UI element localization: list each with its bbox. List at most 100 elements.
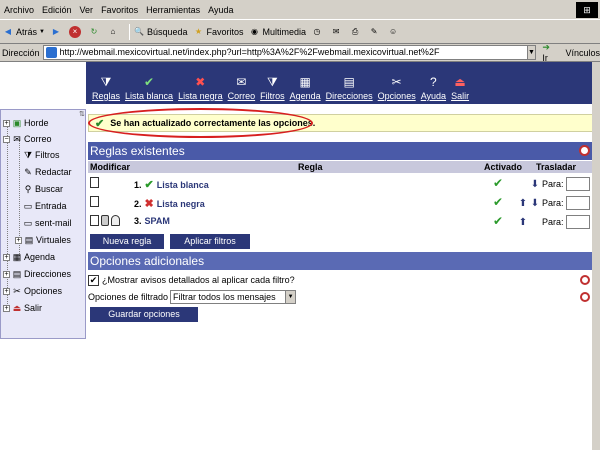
copy-icon[interactable] [111,215,120,226]
nav-direcciones[interactable]: ▤ Direcciones [326,75,373,101]
filter-options-select[interactable]: Filtrar todos los mensajes ▼ [170,290,297,304]
mail-icon: ✉ [13,134,21,144]
active-check-icon[interactable]: ✔ [493,176,503,190]
active-check-icon[interactable]: ✔ [493,195,503,209]
menu-edicion[interactable]: Edición [42,5,72,15]
sidebar-item-redactar[interactable]: ✎ Redactar [23,167,71,177]
history-button[interactable]: ◷ [311,26,325,38]
expand-icon[interactable]: + [3,253,10,261]
mail-button[interactable]: ✉ [330,26,344,38]
move-controls: ⬆ Para: [518,215,590,229]
address-dropdown-button[interactable]: ▼ [526,45,537,60]
expand-icon[interactable]: + [15,236,22,244]
print-button[interactable]: ⎙ [349,26,363,38]
nav-lista-blanca[interactable]: ✔ Lista blanca [125,75,173,101]
address-bar: Dirección http://webmail.mexicovirtual.n… [0,42,600,63]
forward-arrow-icon: ▶ [52,26,60,36]
horde-navbar: ⧩ Reglas ✔ Lista blanca ✖ Lista negra ✉ … [0,62,600,104]
move-up-icon[interactable]: ⬆ [518,198,528,209]
edit-icon[interactable] [90,215,99,226]
sidebar-item-correo[interactable]: − ✉ Correo [3,134,52,144]
menu-favoritos[interactable]: Favoritos [101,5,138,15]
table-row: 1. ✔ Lista blanca ✔ ⬇ Para: [88,174,593,192]
help-icon[interactable] [580,292,590,302]
messenger-button[interactable]: ☺ [387,26,401,38]
media-icon: ◉ [251,26,259,36]
expand-icon[interactable]: + [3,287,10,295]
nav-ayuda[interactable]: ? Ayuda [421,75,446,101]
para-input[interactable] [565,177,590,191]
menu-ver[interactable]: Ver [80,5,94,15]
sidebar-item-sent-mail[interactable]: ▭ sent-mail [23,218,72,228]
nav-opciones[interactable]: ✂ Opciones [378,75,416,101]
sidebar-item-buscar[interactable]: ⚲ Buscar [23,184,63,194]
back-button[interactable]: ◀ Atrás ▼ [2,26,45,38]
exit-icon: ⏏ [12,303,22,313]
go-arrow-icon: ➔ [542,42,550,52]
go-button[interactable]: ➔ Ir [542,42,557,63]
edit-button[interactable]: ✎ [368,26,382,38]
para-input[interactable] [565,215,590,229]
new-rule-button[interactable]: Nueva regla [90,234,164,249]
help-icon[interactable] [579,145,590,156]
trash-icon[interactable] [101,215,109,226]
table-row: 2. ✖ Lista negra ✔ ⬆ ⬇ Para: [88,193,593,211]
nav-filtros[interactable]: ⧩ Filtros [260,75,285,101]
windows-logo-icon: ⊞ [576,2,598,18]
refresh-button[interactable]: ↻ [88,26,102,38]
sidebar-item-opciones[interactable]: + ✂ Opciones [3,286,62,296]
nav-reglas[interactable]: ⧩ Reglas [92,75,120,101]
show-details-checkbox[interactable]: ✔ [88,274,99,286]
sidebar-tree: ⇅ + ▣ Horde − ✉ Correo ⧩ Filtros ✎ Redac… [0,109,86,339]
sidebar-collapse-icon[interactable]: ⇅ [79,110,86,118]
filter-icon: ⧩ [267,75,278,89]
page-icon [45,47,57,58]
expand-icon[interactable]: + [3,270,10,278]
expand-icon[interactable]: + [3,304,10,312]
sidebar-item-filtros[interactable]: ⧩ Filtros [23,150,60,160]
help-icon[interactable] [580,275,590,285]
menu-herramientas[interactable]: Herramientas [146,5,200,15]
move-up-icon[interactable]: ⬆ [518,217,528,228]
links-button[interactable]: Vínculos [565,48,600,58]
check-icon: ✔ [144,75,155,89]
home-button[interactable]: ⌂ [107,26,121,38]
sidebar-item-virtuales[interactable]: + ▤ Virtuales [15,235,71,245]
expand-icon[interactable]: + [3,119,10,127]
para-input[interactable] [565,196,590,210]
home-icon: ⌂ [110,26,116,36]
horde-navbar-bar: ⧩ Reglas ✔ Lista blanca ✖ Lista negra ✉ … [86,62,600,104]
toolbar-separator [128,23,130,40]
move-down-icon[interactable]: ⬇ [530,198,540,209]
forward-button[interactable]: ▶ [50,26,64,38]
search-icon: 🔍 [133,26,144,36]
stop-button[interactable]: × [68,25,83,38]
edit-icon[interactable] [90,196,99,207]
apply-filters-button[interactable]: Aplicar filtros [170,234,250,249]
sidebar-item-horde[interactable]: + ▣ Horde [3,118,49,128]
multimedia-button[interactable]: ◉ Multimedia [249,26,306,38]
nav-correo[interactable]: ✉ Correo [228,75,256,101]
menu-archivo[interactable]: Archivo [4,5,34,15]
mail-icon: ✉ [332,26,340,36]
address-input[interactable]: http://webmail.mexicovirtual.net/index.p… [42,45,528,60]
sidebar-item-agenda[interactable]: + ▦ Agenda [3,252,55,262]
move-down-icon[interactable]: ⬇ [530,179,540,190]
collapse-icon[interactable]: − [3,135,10,143]
nav-lista-negra[interactable]: ✖ Lista negra [178,75,223,101]
menu-ayuda[interactable]: Ayuda [208,5,233,15]
save-options-button[interactable]: Guardar opciones [90,307,198,322]
nav-agenda[interactable]: ▦ Agenda [290,75,321,101]
edit-icon[interactable] [90,177,99,188]
page-viewport: ⧩ Reglas ✔ Lista blanca ✖ Lista negra ✉ … [0,62,600,450]
filter-icon: ⧩ [23,150,33,160]
search-button[interactable]: 🔍 Búsqueda [133,26,188,38]
favorites-button[interactable]: ★ Favoritos [193,26,244,38]
sidebar-item-entrada[interactable]: ▭ Entrada [23,201,67,211]
active-check-icon[interactable]: ✔ [493,214,503,228]
folder-icon: ▭ [23,218,33,228]
sidebar-item-salir[interactable]: + ⏏ Salir [3,303,42,313]
sidebar-item-direcciones[interactable]: + ▤ Direcciones [3,269,71,279]
tools-icon: ✂ [13,286,21,296]
nav-salir[interactable]: ⏏ Salir [451,75,469,101]
